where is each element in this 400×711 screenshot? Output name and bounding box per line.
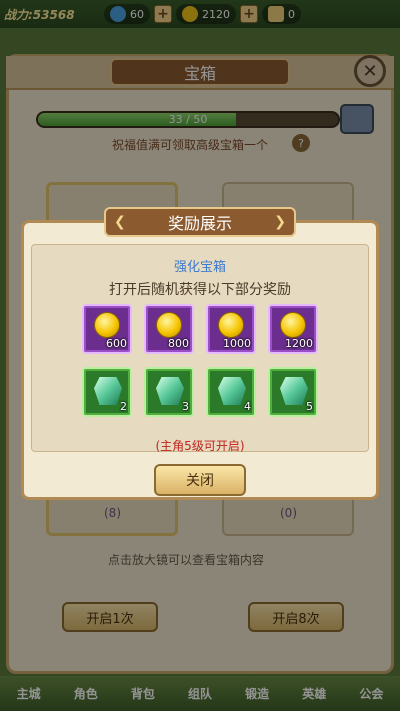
reward-slot-gold[interactable]: 800 (144, 304, 194, 354)
reward-quantity: 2 (120, 400, 127, 413)
reward-slot-gem[interactable]: 5 (268, 367, 318, 417)
reward-description: 打开后随机获得以下部分奖励 (109, 282, 291, 298)
gold-coin-icon (156, 312, 182, 338)
gold-coin-icon (218, 312, 244, 338)
reward-quantity: 1200 (285, 337, 313, 350)
reward-slot-gold[interactable]: 1000 (206, 304, 256, 354)
reward-slot-gem[interactable]: 2 (82, 367, 132, 417)
green-gem-icon (156, 377, 184, 405)
gold-coin-icon (280, 312, 306, 338)
unlock-requirement-note: (主角5级可开启) (155, 439, 245, 453)
reward-slot-gem[interactable]: 4 (206, 367, 256, 417)
reward-modal-title: 奖励展示 (167, 214, 232, 233)
reward-quantity: 800 (168, 337, 189, 350)
green-gem-icon (94, 377, 122, 405)
reward-quantity: 4 (244, 400, 251, 413)
reward-slot-gold[interactable]: 1200 (268, 304, 318, 354)
green-gem-icon (218, 377, 246, 405)
reward-modal-title-bar: ❮ 奖励展示 ❯ (104, 207, 296, 237)
reward-quantity: 600 (106, 337, 127, 350)
chevron-left-icon: ❮ (114, 214, 126, 230)
reward-quantity: 5 (306, 400, 313, 413)
gold-coin-icon (94, 312, 120, 338)
reward-quantity: 3 (182, 400, 189, 413)
chest-name: 强化宝箱 (173, 260, 226, 275)
close-button[interactable]: 关闭 (154, 464, 246, 496)
reward-quantity: 1000 (223, 337, 251, 350)
chevron-right-icon: ❯ (274, 214, 286, 230)
reward-slot-gem[interactable]: 3 (144, 367, 194, 417)
reward-slot-gold[interactable]: 600 (82, 304, 132, 354)
green-gem-icon (280, 377, 308, 405)
